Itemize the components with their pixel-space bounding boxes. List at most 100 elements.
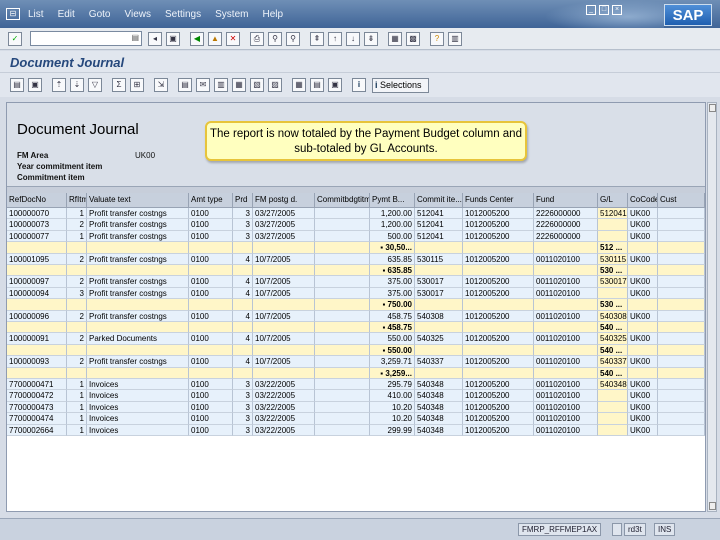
report-title: Document Journal <box>17 121 139 138</box>
header-col-rfitm[interactable]: RfItm <box>67 193 87 208</box>
table-row[interactable]: 100000073 2 Profit transfer costngs 0100 3 03… <box>7 219 705 231</box>
subtotal-row[interactable]: ▪ 635.85 530 ... <box>7 265 705 277</box>
enter-icon[interactable]: ✓ <box>8 31 22 46</box>
header-col-fund[interactable]: Fund <box>534 193 598 208</box>
information-icon[interactable]: i <box>352 78 366 92</box>
cell-col-cocode: UK00 <box>628 424 658 436</box>
cell-col-cocode: UK00 <box>628 230 658 243</box>
command-field[interactable]: ▤ <box>30 31 142 46</box>
print-preview-icon[interactable]: ▤ <box>178 78 192 92</box>
first-page-icon[interactable]: ⇞ <box>310 31 324 46</box>
header-col-commitbdgtitm[interactable]: Commitbdgtitm <box>315 193 370 208</box>
table-row[interactable]: 100000093 2 Profit transfer costngs 0100 4 10… <box>7 356 705 368</box>
table-row[interactable]: 100000094 3 Profit transfer costngs 0100 4 10… <box>7 287 705 300</box>
layout-icon[interactable]: ▥ <box>448 31 462 46</box>
header-col-funds-center[interactable]: Funds Center <box>463 193 534 208</box>
help-icon[interactable]: ? <box>430 31 444 46</box>
header-col-fm-postg-date[interactable]: FM postg d. <box>253 193 315 208</box>
next-page-icon[interactable]: ↓ <box>346 31 360 46</box>
menu-goto[interactable]: Goto <box>89 9 111 20</box>
export-icon[interactable]: ⇲ <box>154 78 168 92</box>
header-col-pymt-budget[interactable]: Pymt B... <box>370 193 415 208</box>
header-col-refdocno[interactable]: RefDocNo <box>7 193 67 208</box>
menu-views[interactable]: Views <box>124 9 151 20</box>
table-row[interactable]: 100000077 1 Profit transfer costngs 0100 3 03… <box>7 230 705 243</box>
cell-col-refdocno <box>7 242 67 254</box>
cell-col-gl: 512041 <box>598 208 628 220</box>
print-icon[interactable]: ⎙ <box>250 31 264 46</box>
table-row[interactable]: 100000070 1 Profit transfer costngs 0100 3 03… <box>7 208 705 220</box>
choose-icon[interactable]: ▣ <box>28 78 42 92</box>
subtotal-row[interactable]: ▪ 3,259... 540 ... <box>7 367 705 379</box>
subtotal-row[interactable]: ▪ 550.00 540 ... <box>7 344 705 357</box>
sort-ascending-icon[interactable]: ⇡ <box>52 78 66 92</box>
header-col-cust[interactable]: Cust <box>658 193 705 208</box>
vertical-scrollbar[interactable] <box>707 102 717 512</box>
save-icon[interactable]: ▣ <box>166 31 180 46</box>
subtotal-row[interactable]: ▪ 750.00 530 ... <box>7 299 705 311</box>
table-row[interactable]: 100000096 2 Profit transfer costngs 0100 4 10… <box>7 310 705 322</box>
total-icon[interactable]: Σ <box>112 78 126 92</box>
word-processing-icon[interactable]: ▧ <box>250 78 264 92</box>
menu-list[interactable]: List <box>28 9 44 20</box>
filter-icon[interactable]: ▽ <box>88 78 102 92</box>
dropdown-arrow-icon[interactable]: ◂ <box>148 31 162 46</box>
table-row[interactable]: 100001095 2 Profit transfer costngs 0100 4 10… <box>7 253 705 265</box>
mail-icon[interactable]: ✉ <box>196 78 210 92</box>
details-icon[interactable]: ▤ <box>10 78 24 92</box>
previous-page-icon[interactable]: ↑ <box>328 31 342 46</box>
spreadsheet-icon[interactable]: ▨ <box>268 78 282 92</box>
header-col-commit-item[interactable]: Commit ite... <box>415 193 463 208</box>
exit-icon[interactable]: ▲ <box>208 31 222 46</box>
cell-col-pymt-budget: 458.75 <box>370 310 415 322</box>
menu-help[interactable]: Help <box>262 9 283 20</box>
abc-analysis-icon[interactable]: ▥ <box>214 78 228 92</box>
header-col-gl[interactable]: G/L <box>598 193 628 208</box>
cell-col-prd: 3 <box>233 208 253 220</box>
sort-descending-icon[interactable]: ⇣ <box>70 78 84 92</box>
table-row[interactable]: 7700002664 1 Invoices 0100 3 03/22/2005 299.99… <box>7 424 705 436</box>
header-col-prd[interactable]: Prd <box>233 193 253 208</box>
cell-col-gl <box>598 287 628 300</box>
subtotal-row[interactable]: ▪ 458.75 540 ... <box>7 322 705 334</box>
menu-edit[interactable]: Edit <box>58 9 75 20</box>
system-menu-icon[interactable]: ⊟ <box>6 8 20 20</box>
scroll-up-icon[interactable] <box>709 104 716 112</box>
subtotal-row[interactable]: ▪ 30,50... 512 ... <box>7 242 705 254</box>
shortcut-icon[interactable]: ▩ <box>406 31 420 46</box>
subtotal-icon[interactable]: ⊞ <box>130 78 144 92</box>
minimize-icon[interactable]: _ <box>586 5 596 15</box>
selections-button[interactable]: i Selections <box>372 77 429 93</box>
save-layout-icon[interactable]: ▣ <box>328 78 342 92</box>
menu-system[interactable]: System <box>215 9 248 20</box>
find-icon[interactable]: ⚲ <box>268 31 282 46</box>
graphic-icon[interactable]: ▦ <box>232 78 246 92</box>
select-layout-icon[interactable]: ▤ <box>310 78 324 92</box>
table-row[interactable]: 7700000472 1 Invoices 0100 3 03/22/2005 410.00… <box>7 390 705 402</box>
table-row[interactable]: 100000091 2 Parked Documents 0100 4 10/7/2005… <box>7 333 705 345</box>
table-row[interactable]: 100000097 2 Profit transfer costngs 0100 4 10… <box>7 276 705 288</box>
cell-col-valuate-text: Invoices <box>87 379 189 391</box>
menu-settings[interactable]: Settings <box>165 9 201 20</box>
header-col-amt-type[interactable]: Amt type <box>189 193 233 208</box>
close-icon[interactable]: × <box>612 5 622 15</box>
find-next-icon[interactable]: ⚲ <box>286 31 300 46</box>
last-page-icon[interactable]: ⇟ <box>364 31 378 46</box>
maximize-icon[interactable]: □ <box>599 5 609 15</box>
cell-col-fund: 0011020100 <box>534 390 598 402</box>
table-row[interactable]: 7700000473 1 Invoices 0100 3 03/22/2005 10.20 5… <box>7 401 705 414</box>
scroll-down-icon[interactable] <box>709 502 716 510</box>
cancel-icon[interactable]: ✕ <box>226 31 240 46</box>
back-icon[interactable]: ◀ <box>190 31 204 46</box>
cell-col-valuate-text: Invoices <box>87 390 189 402</box>
cell-col-cust <box>658 287 705 300</box>
create-session-icon[interactable]: ▦ <box>388 31 402 46</box>
table-row[interactable]: 7700000474 1 Invoices 0100 3 03/22/2005 10.20 5… <box>7 413 705 425</box>
table-row[interactable]: 7700000471 1 Invoices 0100 3 03/22/2005 295.79… <box>7 379 705 391</box>
cell-col-cocode <box>628 242 658 254</box>
cell-col-cust <box>658 299 705 311</box>
change-layout-icon[interactable]: ▦ <box>292 78 306 92</box>
command-field-history-icon[interactable]: ▤ <box>131 33 139 42</box>
header-col-valuate-text[interactable]: Valuate text <box>87 193 189 208</box>
header-col-cocode[interactable]: CoCode <box>628 193 658 208</box>
